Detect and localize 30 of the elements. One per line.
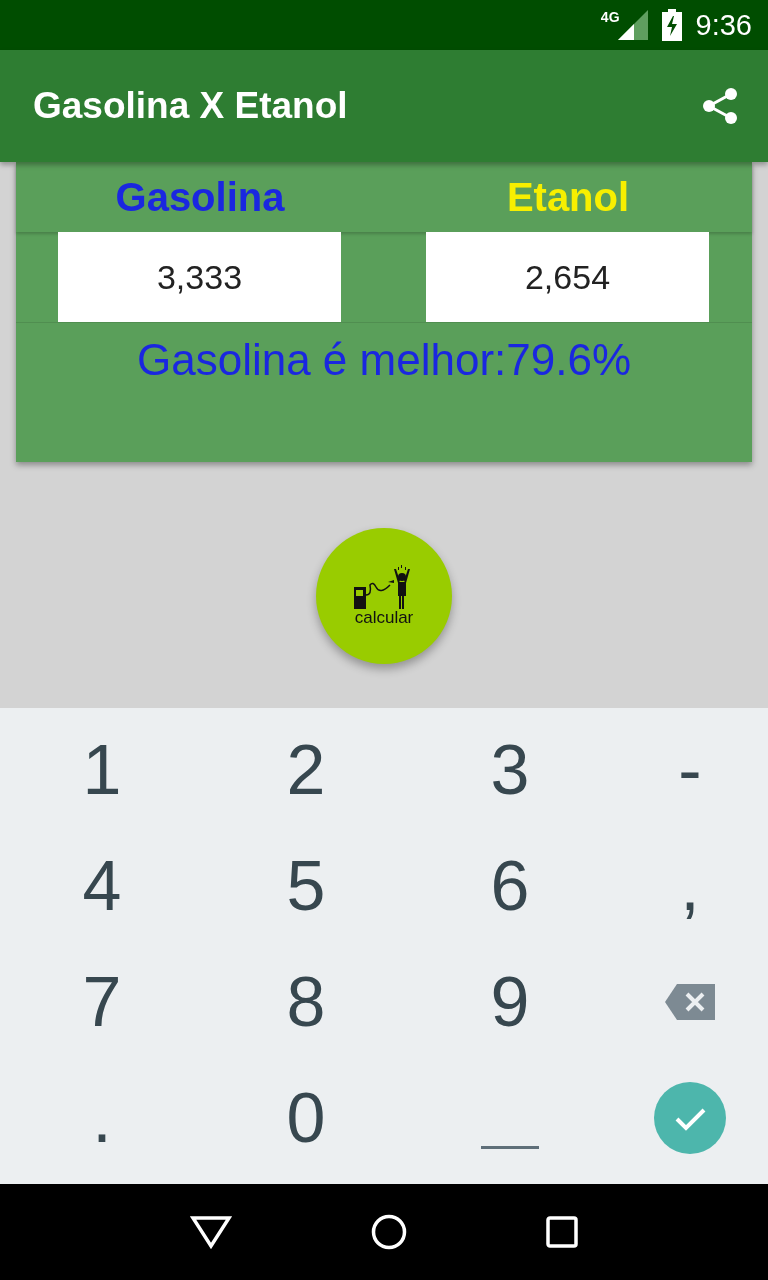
fuel-label: Etanol xyxy=(506,174,630,220)
keyboard-key[interactable]: , xyxy=(674,846,706,926)
keyboard-key[interactable]: 9 xyxy=(484,962,536,1042)
calculate-button[interactable]: calcular xyxy=(316,528,452,664)
back-icon[interactable] xyxy=(189,1215,232,1249)
battery-charging-icon xyxy=(661,9,682,41)
keyboard-key[interactable]: 4 xyxy=(76,846,128,926)
keyboard-key[interactable]: 7 xyxy=(76,962,128,1042)
result-text: Gasolina é melhor:79.6% xyxy=(136,335,632,385)
price-field[interactable]: 3,333 xyxy=(58,232,341,322)
fuel-label: Gasolina xyxy=(115,174,285,220)
app-title: Gasolina X Etanol xyxy=(33,85,348,127)
keyboard-key[interactable]: 5 xyxy=(280,846,332,926)
keyboard-key[interactable]: 8 xyxy=(280,962,332,1042)
keyboard-key[interactable]: . xyxy=(86,1078,118,1158)
keyboard-key[interactable]: - xyxy=(672,730,708,810)
signal-icon xyxy=(617,10,648,40)
keyboard-key[interactable]: 0 xyxy=(280,1078,332,1158)
keyboard-key[interactable]: 2 xyxy=(280,730,332,810)
clock: 9:36 xyxy=(695,8,752,42)
price-field[interactable]: 2,654 xyxy=(426,232,709,322)
backspace-icon[interactable] xyxy=(665,984,715,1020)
home-icon[interactable] xyxy=(371,1214,407,1250)
keyboard-key[interactable]: 1 xyxy=(76,730,128,810)
keyboard-key[interactable]: 3 xyxy=(484,730,536,810)
recents-icon[interactable] xyxy=(546,1216,579,1248)
keyboard-key[interactable]: 6 xyxy=(484,846,536,926)
share-icon[interactable] xyxy=(700,86,740,126)
space-bar-icon[interactable] xyxy=(481,1146,539,1150)
network-type: 4G xyxy=(600,9,620,25)
